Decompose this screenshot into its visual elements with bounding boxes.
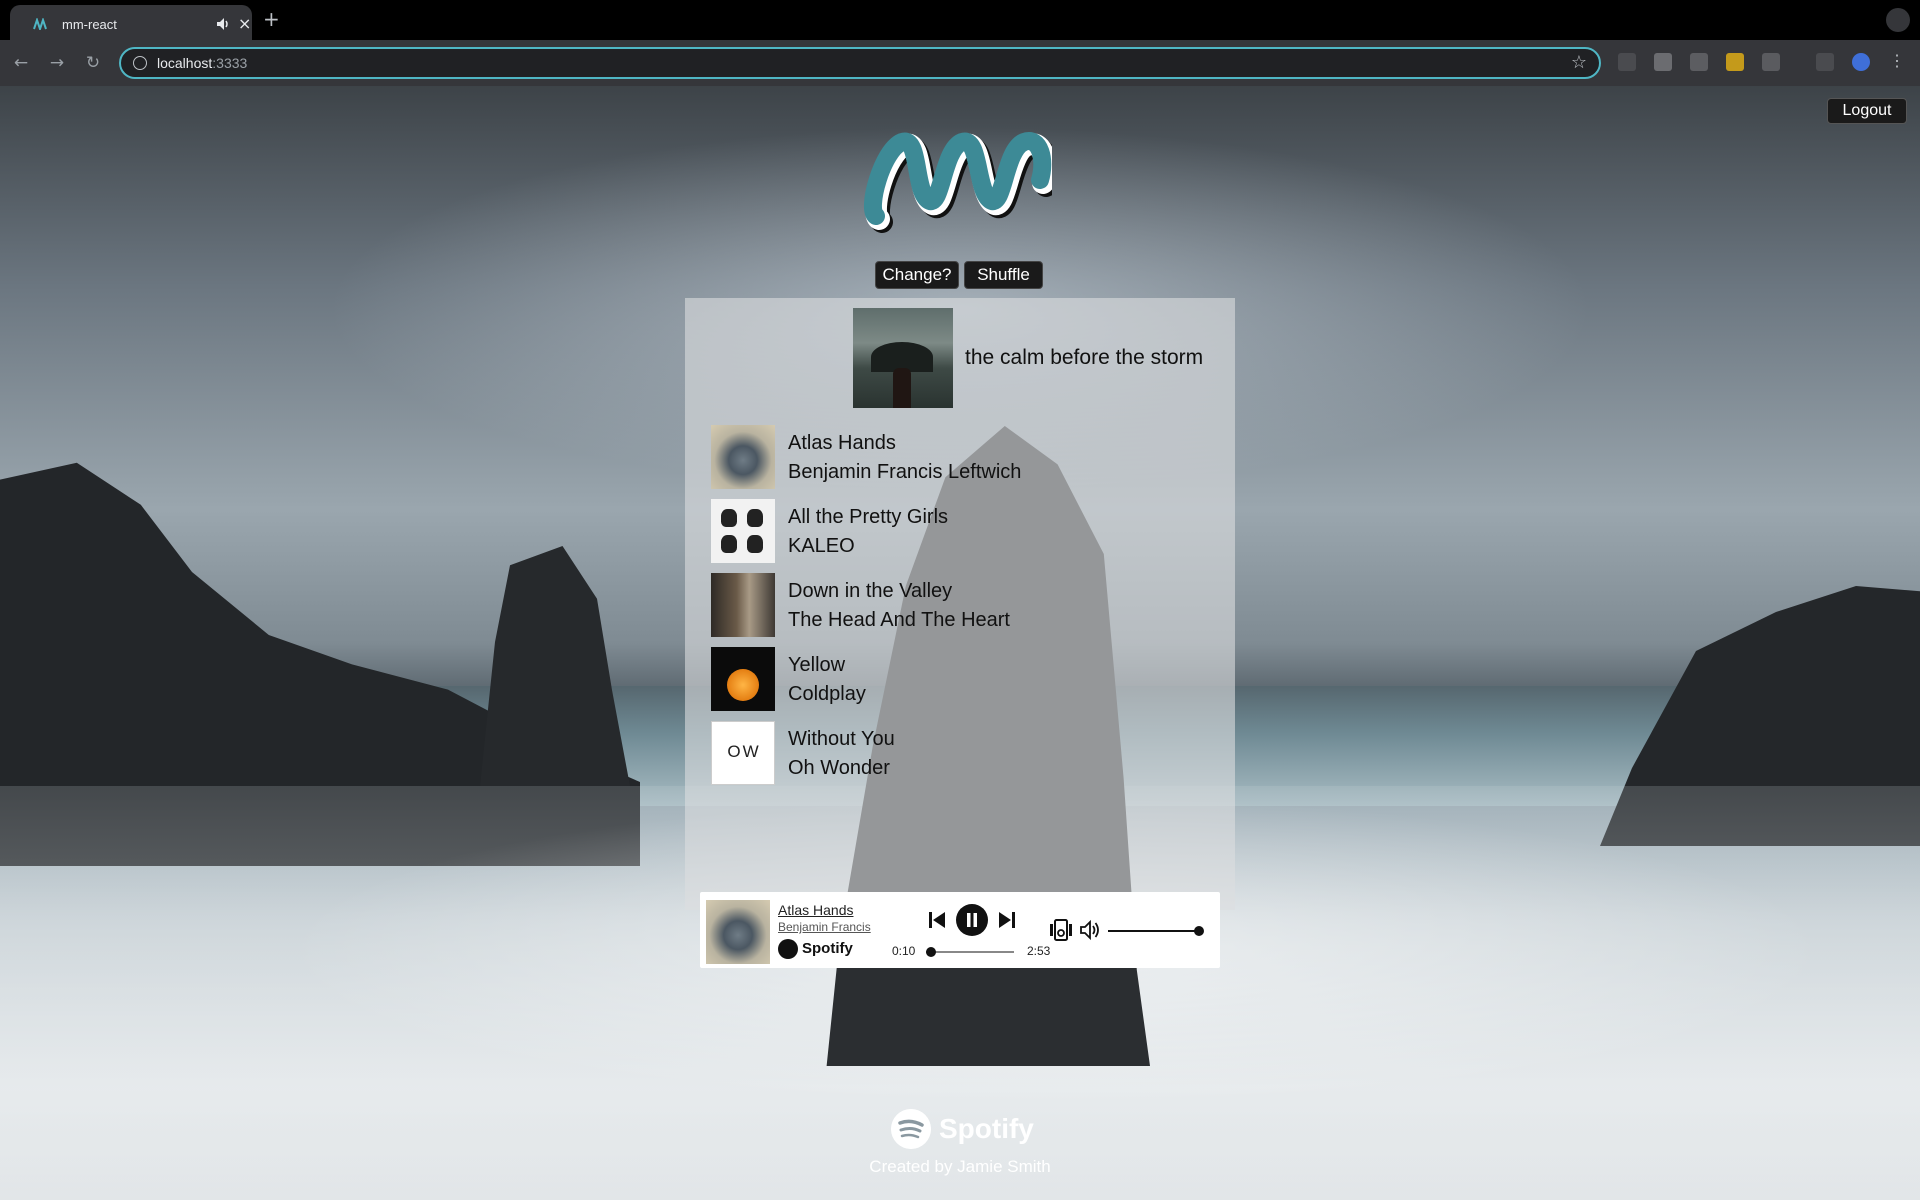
page-viewport: Logout Change? Shuffle the calm before t… — [0, 86, 1920, 1200]
tab-audio-icon[interactable] — [215, 16, 231, 32]
album-art-text: OW — [727, 742, 761, 761]
footer-brand-name: Spotify — [939, 1113, 1034, 1144]
album-art — [711, 573, 775, 637]
change-button[interactable]: Change? — [875, 261, 959, 289]
extension-icon[interactable] — [1690, 53, 1708, 71]
pause-icon[interactable] — [956, 904, 988, 936]
elapsed-time: 0:10 — [892, 944, 916, 958]
browser-tab[interactable]: mm-react × — [10, 5, 252, 40]
logout-button[interactable]: Logout — [1827, 98, 1907, 124]
spotify-player: Atlas Hands Benjamin Francis Spotify 0:1… — [700, 892, 1220, 968]
device-icon[interactable] — [1049, 918, 1073, 942]
track-artist: Oh Wonder — [788, 757, 890, 779]
star-icon[interactable]: ☆ — [1571, 52, 1587, 73]
album-art — [711, 425, 775, 489]
track-title: Yellow — [788, 654, 846, 676]
duration-time: 2:53 — [1027, 944, 1051, 958]
new-tab-icon[interactable]: + — [263, 7, 280, 31]
background-rock — [480, 546, 630, 786]
player-brand-name: Spotify — [802, 940, 853, 957]
album-art — [711, 499, 775, 563]
tab-search-button[interactable] — [1886, 8, 1910, 32]
browser-toolbar: ← → ↻ localhost:3333 ☆ ⋮ — [0, 40, 1920, 86]
track-title: Without You — [788, 728, 895, 750]
track-row[interactable]: OW Without You Oh Wonder — [711, 721, 1211, 785]
back-icon[interactable]: ← — [10, 52, 32, 74]
favicon-icon — [33, 18, 47, 30]
track-artist: Coldplay — [788, 683, 866, 705]
player-album-art — [706, 900, 770, 964]
url-text: localhost:3333 — [157, 55, 248, 71]
spotify-logo-icon — [891, 1109, 931, 1149]
info-icon[interactable] — [133, 56, 147, 70]
track-row[interactable]: Down in the Valley The Head And The Hear… — [711, 573, 1211, 637]
tab-close-icon[interactable]: × — [238, 14, 251, 33]
track-title: Down in the Valley — [788, 580, 953, 602]
track-title: All the Pretty Girls — [788, 506, 949, 528]
album-art — [711, 647, 775, 711]
footer-credit: Created by Jamie Smith — [869, 1157, 1051, 1176]
playlist-cover — [853, 308, 953, 408]
track-title: Atlas Hands — [788, 432, 896, 454]
track-row[interactable]: Atlas Hands Benjamin Francis Leftwich — [711, 425, 1211, 489]
menu-icon[interactable]: ⋮ — [1888, 53, 1906, 71]
shuffle-button[interactable]: Shuffle — [964, 261, 1043, 289]
forward-icon[interactable]: → — [46, 52, 68, 74]
extension-icon[interactable] — [1726, 53, 1744, 71]
address-bar[interactable]: localhost:3333 ☆ — [119, 47, 1601, 79]
volume-handle[interactable] — [1194, 926, 1204, 936]
reload-icon[interactable]: ↻ — [82, 52, 104, 74]
track-row[interactable]: All the Pretty Girls KALEO — [711, 499, 1211, 563]
media-icon[interactable] — [1816, 53, 1834, 71]
next-icon[interactable] — [998, 910, 1016, 930]
playlist-panel: the calm before the storm Atlas Hands Be… — [685, 298, 1235, 968]
tab-title: mm-react — [62, 17, 117, 32]
track-artist: Benjamin Francis Leftwich — [788, 461, 1022, 483]
profile-icon[interactable] — [1852, 53, 1870, 71]
player-track-link[interactable]: Atlas Hands — [778, 902, 853, 918]
seek-handle[interactable] — [926, 947, 937, 957]
app-logo — [863, 132, 1052, 233]
track-artist: The Head And The Heart — [788, 609, 1010, 631]
album-art: OW — [711, 721, 775, 785]
extension-icon[interactable] — [1618, 53, 1636, 71]
track-artist: KALEO — [788, 535, 855, 557]
track-row[interactable]: Yellow Coldplay — [711, 647, 1211, 711]
playlist-title: the calm before the storm — [965, 346, 1204, 369]
previous-icon[interactable] — [928, 910, 946, 930]
puzzle-icon[interactable] — [1762, 53, 1780, 71]
browser-tab-strip: mm-react × + — [0, 0, 1920, 40]
seek-bar[interactable] — [926, 951, 1014, 953]
player-artist-link[interactable]: Benjamin Francis — [778, 920, 874, 934]
extension-icon[interactable] — [1654, 53, 1672, 71]
volume-bar[interactable] — [1108, 930, 1200, 932]
spotify-logo-icon — [778, 939, 798, 959]
volume-icon[interactable] — [1078, 918, 1102, 942]
